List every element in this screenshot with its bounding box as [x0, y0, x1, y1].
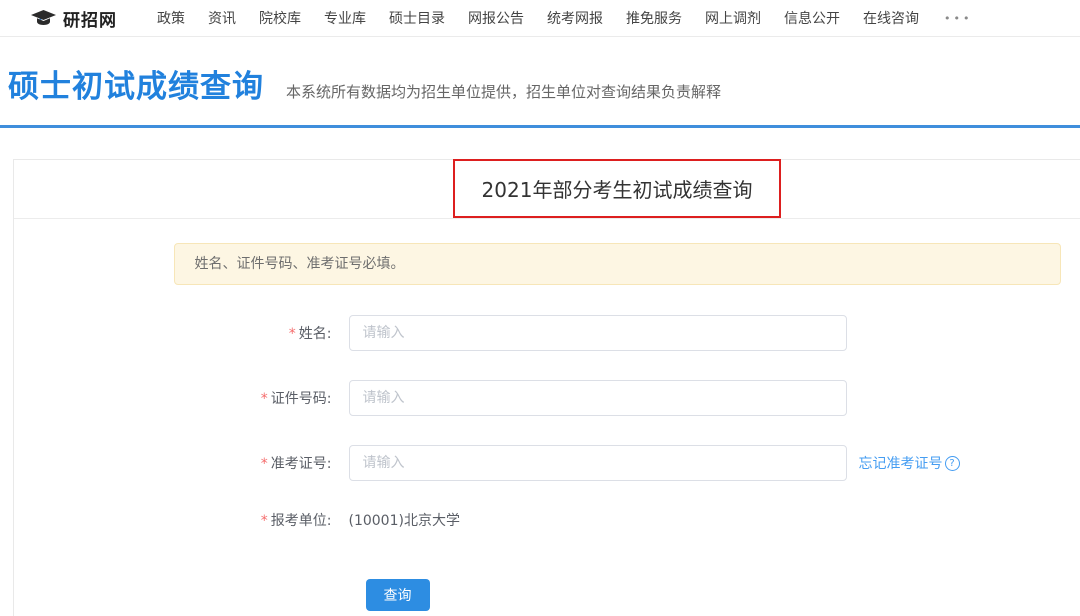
form-row-id-number: *证件号码:: [174, 380, 1061, 416]
required-fields-alert: 姓名、证件号码、准考证号必填。: [174, 243, 1061, 285]
form-row-target-unit: *报考单位: (10001)北京大学: [174, 510, 1061, 530]
name-label: *姓名:: [174, 323, 349, 343]
graduation-cap-icon: [30, 9, 57, 28]
form-row-admission-ticket: *准考证号: 忘记准考证号?: [174, 445, 1061, 481]
site-logo[interactable]: 研招网: [30, 6, 117, 31]
forgot-ticket-link-text: 忘记准考证号: [859, 453, 943, 473]
nav-item-adjust[interactable]: 网上调剂: [705, 8, 761, 28]
red-annotation-box: 2021年部分考生初试成绩查询: [453, 159, 782, 218]
nav-item-disclosure[interactable]: 信息公开: [784, 8, 840, 28]
card-header: 2021年部分考生初试成绩查询: [14, 160, 1080, 219]
admission-ticket-label-text: 准考证号:: [271, 456, 332, 472]
nav-item-catalog[interactable]: 硕士目录: [389, 8, 445, 28]
score-query-form: *姓名: *证件号码: *准考证号: 忘记准考证号? *报考单位: (10001…: [174, 315, 1061, 611]
form-row-name: *姓名:: [174, 315, 1061, 351]
admission-ticket-label: *准考证号:: [174, 453, 349, 473]
nav-menu: 政策 资讯 院校库 专业库 硕士目录 网报公告 统考网报 推免服务 网上调剂 信…: [157, 8, 972, 28]
name-input[interactable]: [349, 315, 847, 351]
nav-item-consult[interactable]: 在线咨询: [863, 8, 919, 28]
card-heading: 2021年部分考生初试成绩查询: [482, 178, 753, 202]
required-asterisk: *: [289, 326, 296, 342]
nav-item-policy[interactable]: 政策: [157, 8, 185, 28]
query-card: 2021年部分考生初试成绩查询 姓名、证件号码、准考证号必填。 *姓名: *证件…: [13, 159, 1080, 616]
page-subtitle: 本系统所有数据均为招生单位提供，招生单位对查询结果负责解释: [286, 81, 721, 102]
nav-item-announce[interactable]: 网报公告: [468, 8, 524, 28]
brand-name: 研招网: [63, 6, 117, 31]
admission-ticket-input[interactable]: [349, 445, 847, 481]
target-unit-label-text: 报考单位:: [271, 513, 332, 529]
forgot-ticket-link[interactable]: 忘记准考证号?: [859, 453, 960, 473]
required-asterisk: *: [261, 391, 268, 407]
target-unit-value: (10001)北京大学: [349, 510, 460, 530]
page-header: 硕士初试成绩查询 本系统所有数据均为招生单位提供，招生单位对查询结果负责解释: [0, 37, 1080, 106]
id-number-label: *证件号码:: [174, 388, 349, 408]
nav-item-news[interactable]: 资讯: [208, 8, 236, 28]
more-menu-icon[interactable]: •••: [944, 12, 972, 25]
query-button[interactable]: 查询: [366, 579, 430, 611]
required-asterisk: *: [261, 513, 268, 529]
id-number-label-text: 证件号码:: [271, 391, 332, 407]
id-number-input[interactable]: [349, 380, 847, 416]
nav-item-exam-signup[interactable]: 统考网报: [547, 8, 603, 28]
form-row-submit: 查询: [174, 579, 1061, 611]
nav-item-exempt[interactable]: 推免服务: [626, 8, 682, 28]
nav-item-colleges[interactable]: 院校库: [259, 8, 301, 28]
nav-item-majors[interactable]: 专业库: [324, 8, 366, 28]
top-nav: 研招网 政策 资讯 院校库 专业库 硕士目录 网报公告 统考网报 推免服务 网上…: [0, 0, 1080, 37]
help-circle-icon: ?: [945, 456, 960, 471]
required-asterisk: *: [261, 456, 268, 472]
page-title: 硕士初试成绩查询: [8, 61, 264, 106]
target-unit-label: *报考单位:: [174, 510, 349, 530]
blue-divider: [0, 125, 1080, 128]
name-label-text: 姓名:: [299, 326, 332, 342]
